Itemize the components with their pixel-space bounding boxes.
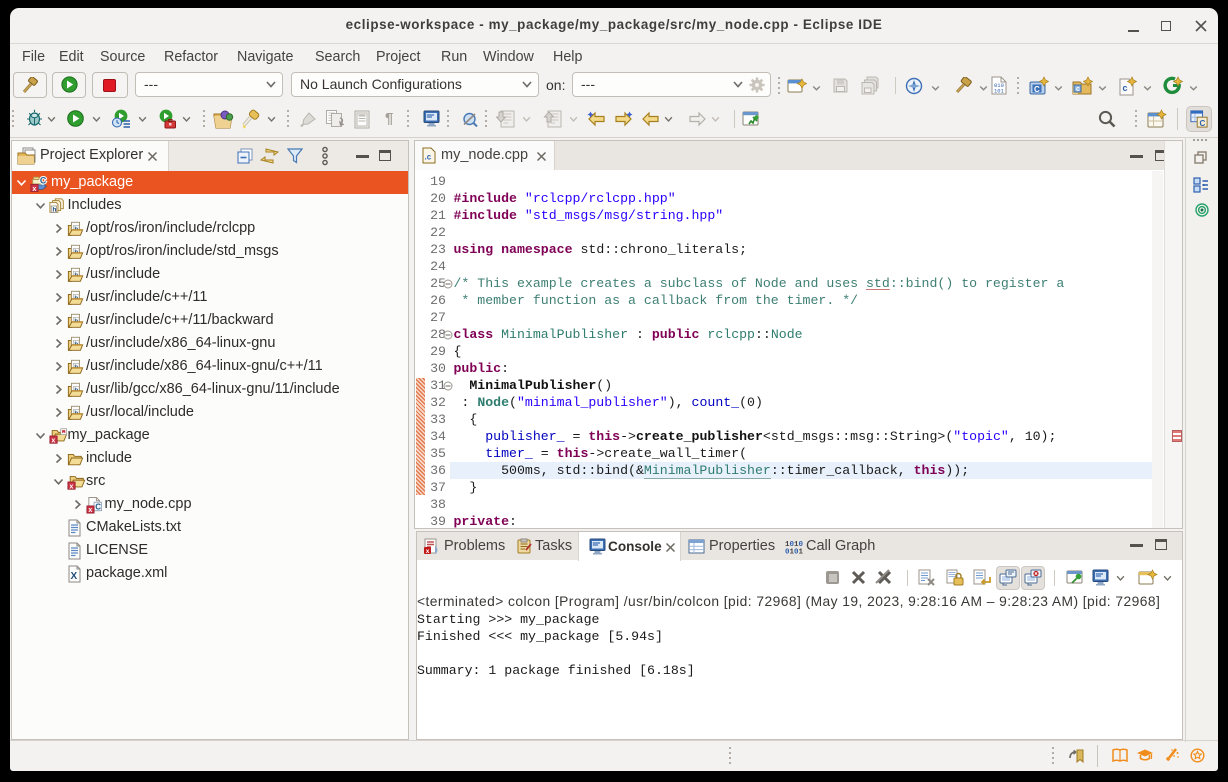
svg-text:C: C [1199, 119, 1205, 128]
svg-text:x: x [88, 506, 92, 514]
svg-text:C: C [1034, 85, 1040, 94]
svg-text:0101: 0101 [785, 549, 803, 555]
svg-text:101: 101 [994, 88, 1005, 95]
svg-text:C: C [40, 176, 47, 186]
svg-text:x: x [69, 481, 73, 490]
svg-text:x: x [426, 548, 430, 555]
svg-text:C: C [95, 502, 101, 511]
svg-text:X: X [71, 571, 78, 582]
svg-text:h: h [52, 206, 56, 213]
svg-text:x: x [51, 435, 55, 444]
svg-text:c: c [1076, 86, 1080, 93]
svg-text:x: x [32, 184, 36, 193]
svg-text:.c: .c [425, 153, 432, 162]
svg-text:c: c [1123, 83, 1128, 93]
